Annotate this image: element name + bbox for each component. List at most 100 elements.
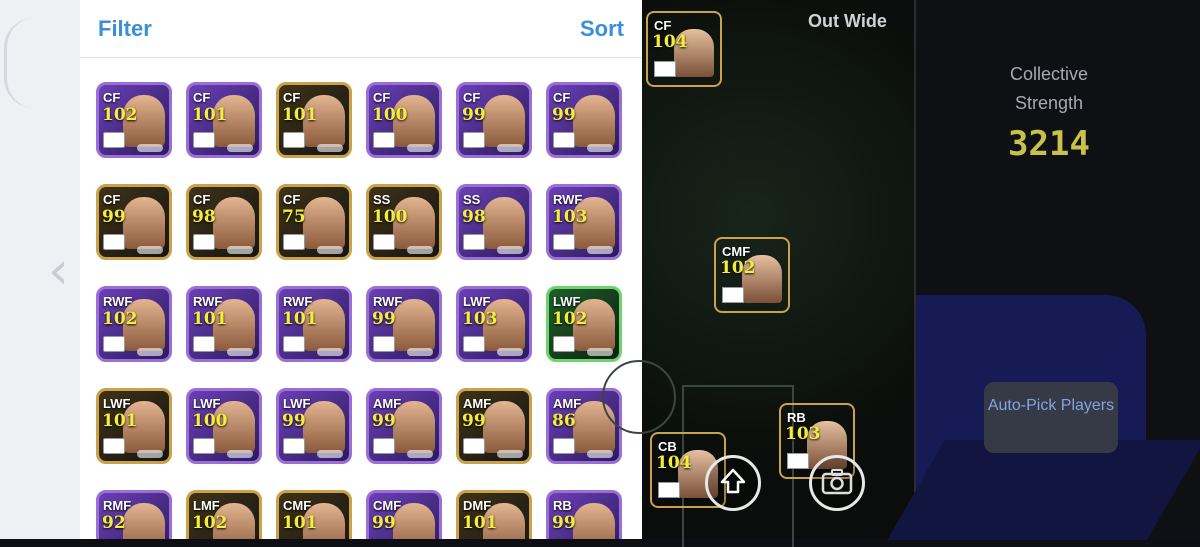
player-rating: 101 <box>282 513 318 533</box>
player-card[interactable]: CF 99 <box>546 82 622 158</box>
player-position: LWF <box>193 396 221 411</box>
player-card[interactable]: LWF 102 <box>546 286 622 362</box>
player-card[interactable]: RB 99 <box>546 490 622 539</box>
player-card[interactable]: AMF 99 <box>366 388 442 464</box>
player-position: LWF <box>553 294 581 309</box>
skill-indicator <box>587 450 613 458</box>
player-position: CF <box>553 90 571 105</box>
flag-badge <box>193 234 215 250</box>
player-rating: 86 <box>552 411 576 431</box>
skill-indicator <box>587 246 613 254</box>
player-card[interactable]: RWF 103 <box>546 184 622 260</box>
player-rating: 99 <box>372 513 396 533</box>
skill-indicator <box>137 246 163 254</box>
player-card[interactable]: LWF 100 <box>186 388 262 464</box>
pitch-player-card[interactable]: CF 104 <box>646 11 722 87</box>
player-rating: 99 <box>462 411 486 431</box>
player-rating: 103 <box>785 424 821 444</box>
player-card[interactable]: CF 101 <box>186 82 262 158</box>
camera-icon <box>821 467 853 500</box>
player-card[interactable]: CF 101 <box>276 82 352 158</box>
player-card[interactable]: SS 98 <box>456 184 532 260</box>
player-card[interactable]: AMF 99 <box>456 388 532 464</box>
player-rating: 99 <box>102 207 126 227</box>
skill-indicator <box>497 246 523 254</box>
player-rating: 99 <box>372 411 396 431</box>
player-rating: 100 <box>192 411 228 431</box>
player-card[interactable]: CF 100 <box>366 82 442 158</box>
player-card[interactable]: CMF 99 <box>366 490 442 539</box>
player-rating: 102 <box>102 105 138 125</box>
upload-button[interactable] <box>705 455 761 511</box>
player-card[interactable]: CF 102 <box>96 82 172 158</box>
flag-badge <box>103 132 125 148</box>
skill-indicator <box>407 144 433 152</box>
player-rating: 99 <box>462 105 486 125</box>
collective-strength-label: Collective Strength <box>1009 64 1089 113</box>
player-rating: 102 <box>102 309 138 329</box>
player-position: CF <box>283 90 301 105</box>
player-card[interactable]: SS 100 <box>366 184 442 260</box>
flag-badge <box>373 132 395 148</box>
player-card[interactable]: CF 98 <box>186 184 262 260</box>
skill-indicator <box>407 348 433 356</box>
player-position: RWF <box>193 294 223 309</box>
player-rating: 99 <box>552 513 576 533</box>
player-position: CF <box>103 90 121 105</box>
player-position: LWF <box>463 294 491 309</box>
flag-badge <box>103 234 125 250</box>
flag-badge <box>463 438 485 454</box>
player-card[interactable]: RWF 102 <box>96 286 172 362</box>
flag-badge <box>283 336 305 352</box>
player-rating: 100 <box>372 105 408 125</box>
player-card[interactable]: RWF 101 <box>276 286 352 362</box>
player-rating: 99 <box>282 411 306 431</box>
flag-badge <box>103 336 125 352</box>
team-summary-panel: Collective Strength 3214 Auto-Pick Playe… <box>887 0 1200 540</box>
player-position: LWF <box>103 396 131 411</box>
player-rating: 100 <box>372 207 408 227</box>
player-rating: 101 <box>462 513 498 533</box>
player-card[interactable]: CF 75 <box>276 184 352 260</box>
player-card[interactable]: LWF 103 <box>456 286 532 362</box>
flag-badge <box>193 438 215 454</box>
skill-indicator <box>317 144 343 152</box>
player-rating: 99 <box>552 105 576 125</box>
player-card[interactable]: LMF 102 <box>186 490 262 539</box>
player-card[interactable]: CF 99 <box>456 82 532 158</box>
skill-indicator <box>227 144 253 152</box>
player-position: RB <box>553 498 572 513</box>
arrow-up-icon <box>718 466 748 501</box>
pitch-player-card[interactable]: CMF 102 <box>714 237 790 313</box>
sort-button[interactable]: Sort <box>580 16 624 42</box>
player-portrait <box>483 197 525 249</box>
player-card[interactable]: CMF 101 <box>276 490 352 539</box>
flag-badge <box>283 438 305 454</box>
back-chevron-icon[interactable]: ‹ <box>48 245 69 297</box>
skill-indicator <box>317 246 343 254</box>
skill-indicator <box>497 450 523 458</box>
player-card[interactable]: RWF 99 <box>366 286 442 362</box>
player-card[interactable]: DMF 101 <box>456 490 532 539</box>
player-position: AMF <box>553 396 582 411</box>
player-position: CMF <box>373 498 402 513</box>
player-card[interactable]: LWF 99 <box>276 388 352 464</box>
screenshot-button[interactable] <box>809 455 865 511</box>
player-card[interactable]: CF 99 <box>96 184 172 260</box>
player-card[interactable]: RMF 92 <box>96 490 172 539</box>
player-rating: 101 <box>192 309 228 329</box>
player-card[interactable]: RWF 101 <box>186 286 262 362</box>
skill-indicator <box>587 144 613 152</box>
player-position: RMF <box>103 498 132 513</box>
flag-badge <box>553 132 575 148</box>
player-card[interactable]: LWF 101 <box>96 388 172 464</box>
player-rating: 103 <box>462 309 498 329</box>
player-portrait <box>483 95 525 147</box>
player-portrait <box>303 197 345 249</box>
player-rating: 101 <box>282 105 318 125</box>
formation-style-label: Out Wide <box>808 11 887 31</box>
flag-badge <box>553 438 575 454</box>
player-rating: 102 <box>552 309 588 329</box>
auto-pick-button[interactable]: Auto-Pick Players <box>984 382 1118 453</box>
filter-button[interactable]: Filter <box>98 16 152 42</box>
